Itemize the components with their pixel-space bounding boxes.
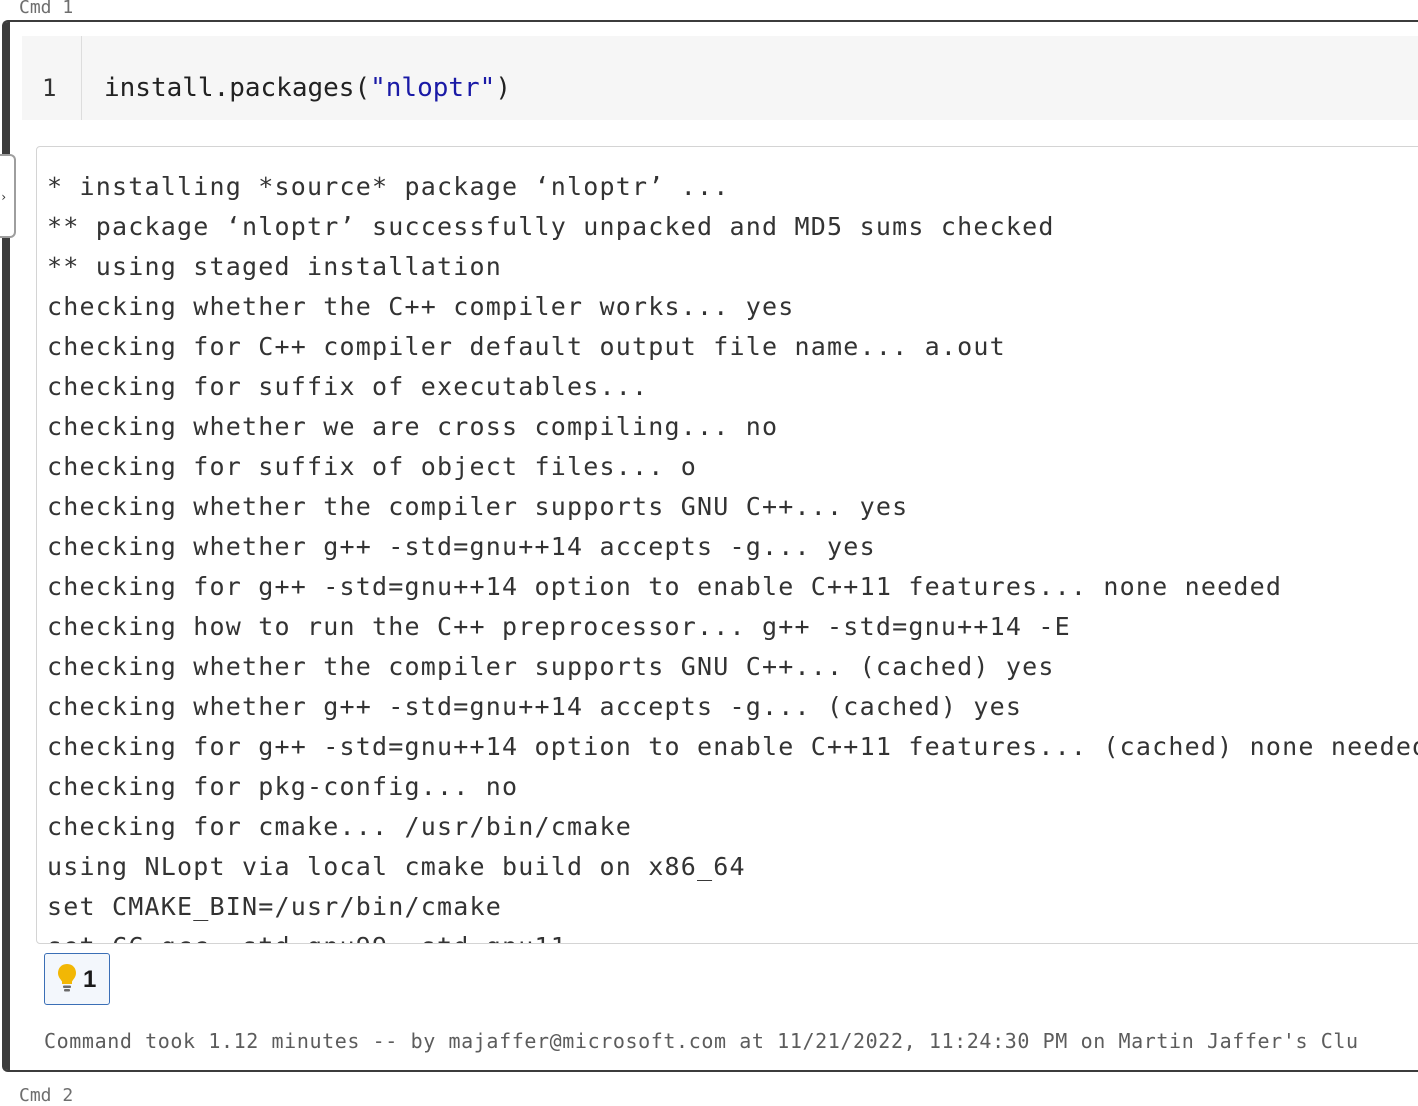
code-line[interactable]: install.packages("nloptr") — [104, 74, 511, 102]
cell-output-panel[interactable]: * installing *source* package ‘nloptr’ .… — [36, 146, 1418, 944]
output-line: ** using staged installation — [47, 252, 503, 281]
output-line: checking for suffix of object files... o — [47, 452, 698, 481]
output-line: checking for g++ -std=gnu++14 option to … — [47, 732, 1418, 761]
chevron-right-icon: › — [0, 190, 8, 204]
output-line: checking for pkg-config... no — [47, 772, 519, 801]
output-line: checking for C++ compiler default output… — [47, 332, 1006, 361]
cell-expand-handle[interactable]: › — [0, 154, 16, 238]
cell-label-cmd1: Cmd 1 — [19, 0, 74, 18]
hints-count: 1 — [83, 966, 97, 993]
output-line: checking whether the compiler supports G… — [47, 492, 909, 521]
output-line: checking whether the compiler supports G… — [47, 652, 1055, 681]
command-status: Command took 1.12 minutes -- by majaffer… — [44, 1029, 1359, 1053]
output-line: checking how to run the C++ preprocessor… — [47, 612, 1071, 641]
output-line: checking for g++ -std=gnu++14 option to … — [47, 572, 1283, 601]
cell-label-cmd2: Cmd 2 — [19, 1085, 74, 1106]
output-line: set CC=gcc -std=gnu99 -std=gnu11 — [47, 927, 1418, 943]
output-line: checking whether g++ -std=gnu++14 accept… — [47, 692, 1023, 721]
output-line: checking whether the C++ compiler works.… — [47, 292, 795, 321]
output-line: checking for suffix of executables... — [47, 372, 649, 401]
line-number-gutter: 1 — [22, 36, 82, 120]
code-editor[interactable]: 1 install.packages("nloptr") — [22, 36, 1418, 120]
output-text: * installing *source* package ‘nloptr’ .… — [47, 167, 1418, 943]
output-line: checking whether g++ -std=gnu++14 accept… — [47, 532, 876, 561]
output-line: using NLopt via local cmake build on x86… — [47, 852, 746, 881]
output-line: * installing *source* package ‘nloptr’ .… — [47, 172, 730, 201]
lightbulb-icon — [58, 964, 76, 992]
output-line: ** package ‘nloptr’ successfully unpacke… — [47, 212, 1055, 241]
output-line: checking whether we are cross compiling.… — [47, 412, 779, 441]
output-line: checking for cmake... /usr/bin/cmake — [47, 812, 633, 841]
output-line: set CMAKE_BIN=/usr/bin/cmake — [47, 892, 503, 921]
code-paren: ) — [495, 73, 511, 103]
code-string: "nloptr" — [370, 73, 496, 103]
hints-button[interactable]: 1 — [44, 953, 110, 1005]
line-number: 1 — [42, 74, 57, 102]
code-function: install.packages( — [104, 73, 371, 103]
